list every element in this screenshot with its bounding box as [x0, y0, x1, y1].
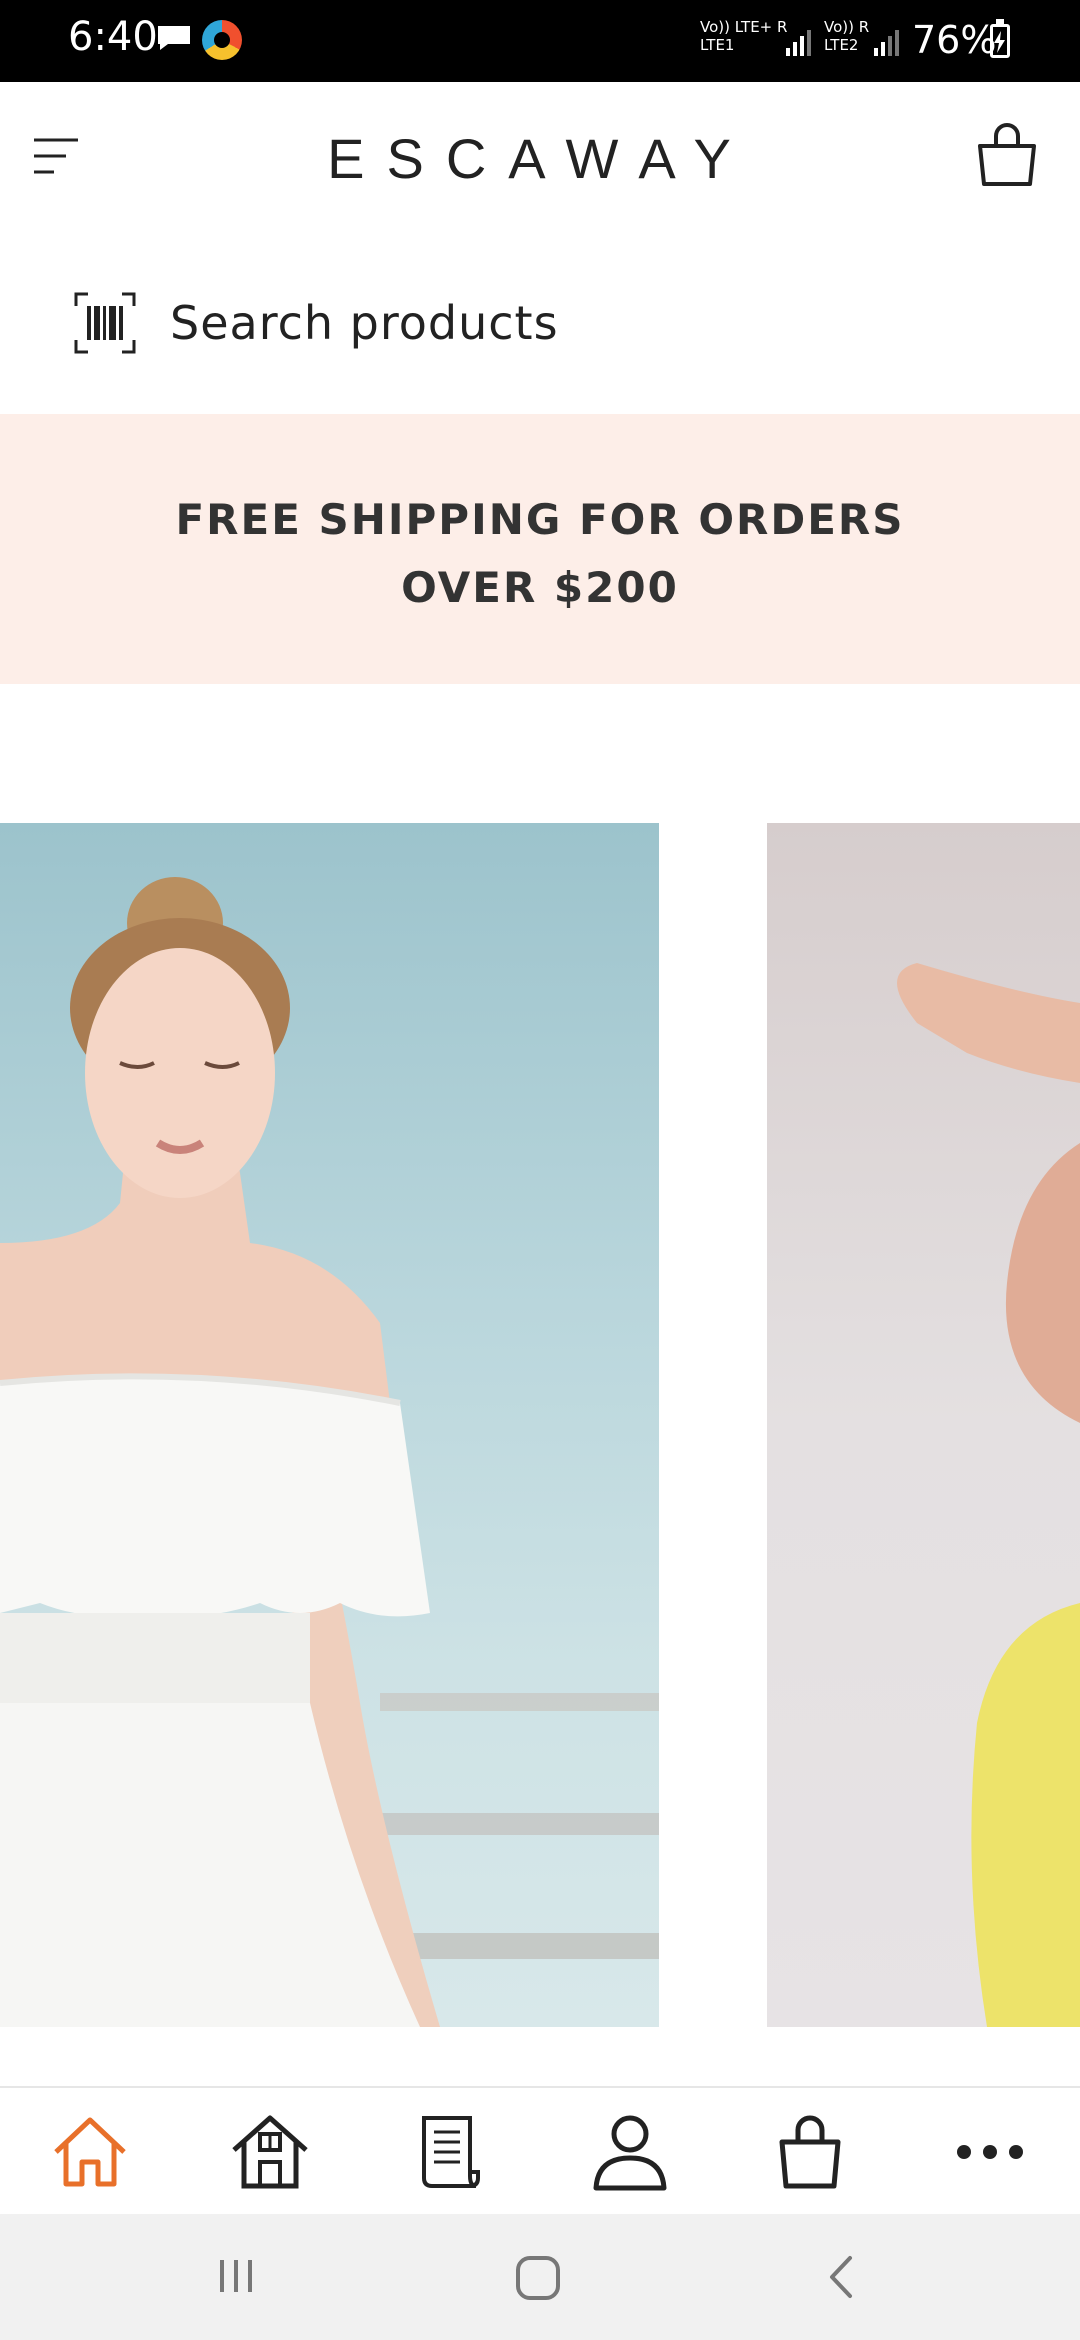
search-bar[interactable]: Search products: [0, 270, 1080, 380]
product-photo-white-dress: [0, 877, 659, 2027]
promo-banner: FREE SHIPPING FOR ORDERS OVER $200: [0, 414, 1080, 684]
bottom-navigation: [0, 2086, 1080, 2216]
back-icon[interactable]: [822, 2252, 862, 2302]
promo-line-1: FREE SHIPPING FOR ORDERS: [175, 495, 905, 544]
battery-charging-icon: [990, 19, 1010, 58]
product-image[interactable]: [0, 823, 659, 2027]
brand-logo[interactable]: ESCAWAY: [0, 126, 1080, 191]
app-notification-icon: [202, 20, 242, 60]
message-icon: [158, 26, 190, 50]
document-icon[interactable]: [410, 2112, 490, 2192]
home-outline-icon[interactable]: [50, 2112, 130, 2192]
signal-bars-icon: [874, 30, 899, 56]
product-image[interactable]: [767, 823, 1080, 2027]
cart-bag-icon[interactable]: [974, 122, 1040, 188]
house-icon[interactable]: [230, 2112, 310, 2192]
profile-icon[interactable]: [590, 2112, 670, 2192]
product-photo-yellow-outfit: [897, 963, 1080, 2027]
sim2-label: LTE2: [824, 36, 859, 54]
sim2-network-type: Vo)) R: [824, 18, 870, 36]
more-icon[interactable]: [950, 2112, 1030, 2192]
sim2-network: Vo)) R LTE2: [824, 18, 869, 54]
sim1-label: LTE1: [700, 36, 735, 54]
recent-apps-icon[interactable]: [214, 2254, 258, 2298]
system-navigation-bar: [0, 2214, 1080, 2340]
sim1-network-type: Vo)) LTE+ R: [700, 18, 788, 36]
sim1-network: Vo)) LTE+ R LTE1: [700, 18, 787, 54]
search-input[interactable]: Search products: [170, 296, 559, 350]
signal-bars-icon: [786, 30, 811, 56]
shopping-bag-icon[interactable]: [770, 2112, 850, 2192]
app-header: ESCAWAY: [0, 82, 1080, 232]
promo-line-2: OVER $200: [401, 563, 679, 612]
battery-percent: 76%: [912, 18, 997, 62]
status-time: 6:40: [68, 14, 158, 60]
barcode-scan-icon[interactable]: [74, 292, 136, 354]
home-button-icon[interactable]: [514, 2254, 562, 2302]
status-bar: 6:40 Vo)) LTE+ R LTE1 Vo)) R LTE2 76%: [0, 0, 1080, 82]
promo-text: FREE SHIPPING FOR ORDERS OVER $200: [0, 486, 1080, 622]
